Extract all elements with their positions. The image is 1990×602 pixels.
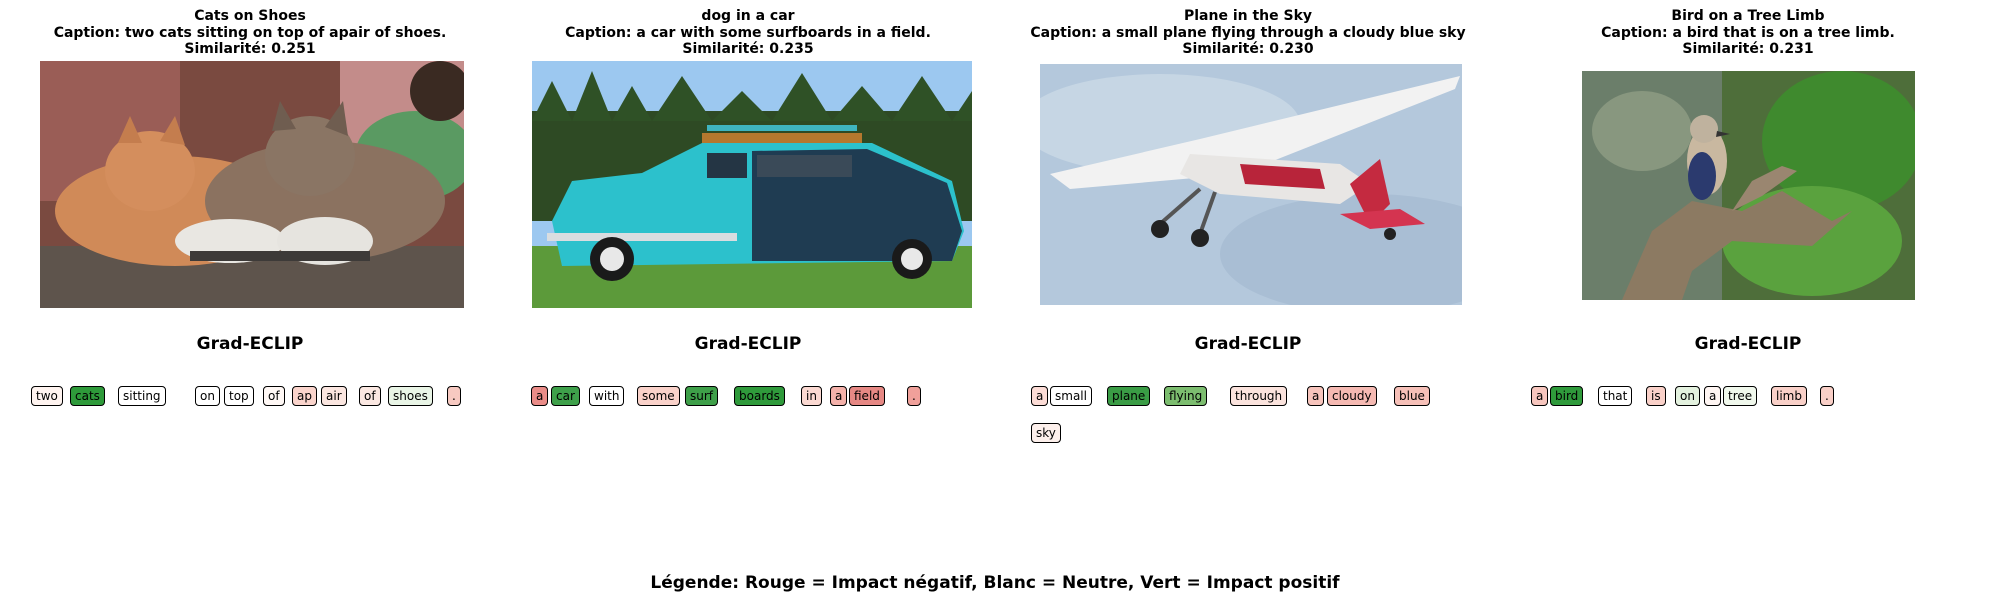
token: car bbox=[551, 386, 580, 406]
plane-photo bbox=[1040, 64, 1462, 305]
token: a bbox=[1704, 386, 1722, 406]
token: top bbox=[224, 386, 254, 406]
panel-caption: Caption: a small plane flying through a … bbox=[1030, 24, 1466, 41]
token: . bbox=[1820, 386, 1834, 406]
token: cats bbox=[70, 386, 105, 406]
panel-name: Cats on Shoes bbox=[194, 8, 306, 24]
panel-name: Bird on a Tree Limb bbox=[1671, 8, 1825, 24]
token: sky bbox=[1031, 423, 1061, 443]
panel-caption: Caption: a bird that is on a tree limb. bbox=[1601, 24, 1895, 41]
token: on bbox=[195, 386, 220, 406]
token: is bbox=[1646, 386, 1666, 406]
panel-name: Plane in the Sky bbox=[1183, 8, 1313, 24]
token: sitting bbox=[118, 386, 166, 406]
panel-caption: Caption: a car with some surfboards in a… bbox=[565, 24, 931, 41]
panel-similarity: Similarité: 0.230 bbox=[1182, 41, 1314, 57]
token: boards bbox=[734, 386, 785, 406]
token: some bbox=[637, 386, 680, 406]
method-label: Grad-ECLIP bbox=[694, 334, 802, 354]
token: with bbox=[589, 386, 625, 406]
token: a bbox=[1031, 386, 1049, 406]
bird-photo bbox=[1582, 71, 1915, 300]
legend-text: Légende: Rouge = Impact négatif, Blanc =… bbox=[650, 573, 1340, 593]
car-photo bbox=[532, 61, 972, 308]
token: tree bbox=[1723, 386, 1758, 406]
method-label: Grad-ECLIP bbox=[1194, 334, 1302, 354]
token: . bbox=[447, 386, 461, 406]
panel-similarity: Similarité: 0.235 bbox=[682, 41, 814, 57]
token: a bbox=[531, 386, 549, 406]
panel-title: Plane in the Sky Caption: a small plane … bbox=[998, 8, 1498, 58]
method-label: Grad-ECLIP bbox=[1694, 334, 1802, 354]
token: field bbox=[849, 386, 885, 406]
token: flying bbox=[1164, 386, 1208, 406]
cats-photo bbox=[40, 61, 464, 308]
token: plane bbox=[1107, 386, 1151, 406]
token: shoes bbox=[388, 386, 433, 406]
token: a bbox=[1531, 386, 1549, 406]
panel-title: dog in a car Caption: a car with some su… bbox=[498, 8, 998, 58]
token: in bbox=[801, 386, 822, 406]
token: a bbox=[1307, 386, 1325, 406]
token: air bbox=[321, 386, 347, 406]
token: that bbox=[1598, 386, 1633, 406]
token: of bbox=[359, 386, 381, 406]
token: surf bbox=[685, 386, 719, 406]
panel-caption: Caption: two cats sitting on top of apai… bbox=[53, 24, 447, 41]
token: bird bbox=[1550, 386, 1584, 406]
panel-title: Bird on a Tree Limb Caption: a bird that… bbox=[1498, 8, 1990, 58]
token: small bbox=[1050, 386, 1092, 406]
token: through bbox=[1230, 386, 1288, 406]
token: limb bbox=[1771, 386, 1807, 406]
token: of bbox=[263, 386, 285, 406]
panel-title: Cats on Shoes Caption: two cats sitting … bbox=[0, 8, 500, 58]
panel-name: dog in a car bbox=[701, 8, 795, 24]
token: blue bbox=[1394, 386, 1430, 406]
token: on bbox=[1675, 386, 1700, 406]
panel-similarity: Similarité: 0.251 bbox=[184, 41, 316, 57]
token: ap bbox=[292, 386, 317, 406]
method-label: Grad-ECLIP bbox=[196, 334, 304, 354]
token: two bbox=[31, 386, 63, 406]
token: a bbox=[830, 386, 848, 406]
token: cloudy bbox=[1327, 386, 1377, 406]
token: . bbox=[907, 386, 921, 406]
panel-similarity: Similarité: 0.231 bbox=[1682, 41, 1814, 57]
